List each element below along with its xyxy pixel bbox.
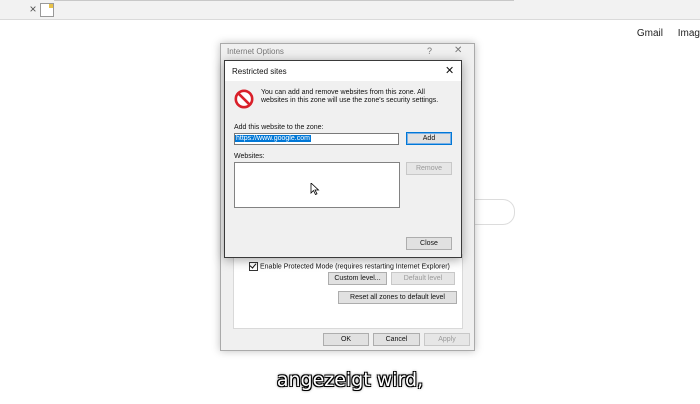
close-tab-icon[interactable]: × [27,3,39,15]
zone-info-text: You can add and remove websites from thi… [261,89,439,104]
protected-mode-checkbox[interactable]: Enable Protected Mode (requires restarti… [249,262,450,271]
apply-button[interactable]: Apply [424,333,470,346]
restricted-sites-titlebar: Restricted sites ✕ [225,61,461,81]
images-link[interactable]: Imag [678,28,700,39]
ok-button[interactable]: OK [323,333,369,346]
mouse-cursor-icon [310,183,320,195]
selected-url-text: https://www.google.com [235,135,311,142]
tab-outline [54,0,514,2]
custom-level-button[interactable]: Custom level... [328,272,387,285]
browser-tab-bar: × [0,0,700,20]
reset-all-zones-button[interactable]: Reset all zones to default level [338,291,457,304]
remove-button[interactable]: Remove [406,162,452,175]
gmail-link[interactable]: Gmail [637,28,663,39]
websites-label: Websites: [234,153,265,160]
restricted-sites-title: Restricted sites [232,67,287,76]
internet-options-title: Internet Options [227,47,284,56]
restricted-no-entry-icon [234,89,254,109]
close-button[interactable]: Close [406,237,452,250]
checkbox-checked-icon[interactable] [249,262,258,271]
google-top-links: Gmail Imag [625,28,700,39]
default-level-button[interactable]: Default level [391,272,455,285]
add-button[interactable]: Add [406,132,452,145]
add-website-label: Add this website to the zone: [234,124,324,131]
protected-mode-label: Enable Protected Mode (requires restarti… [260,263,450,271]
video-subtitle: angezeigt wird, [276,369,424,391]
new-tab-icon[interactable] [40,3,54,17]
close-icon[interactable]: ✕ [454,45,462,56]
restricted-sites-dialog: Restricted sites ✕ You can add and remov… [224,60,462,258]
help-icon[interactable]: ? [427,46,432,56]
cancel-button[interactable]: Cancel [373,333,420,346]
close-icon[interactable]: ✕ [445,64,454,77]
website-url-input[interactable]: https://www.google.com [234,133,399,145]
